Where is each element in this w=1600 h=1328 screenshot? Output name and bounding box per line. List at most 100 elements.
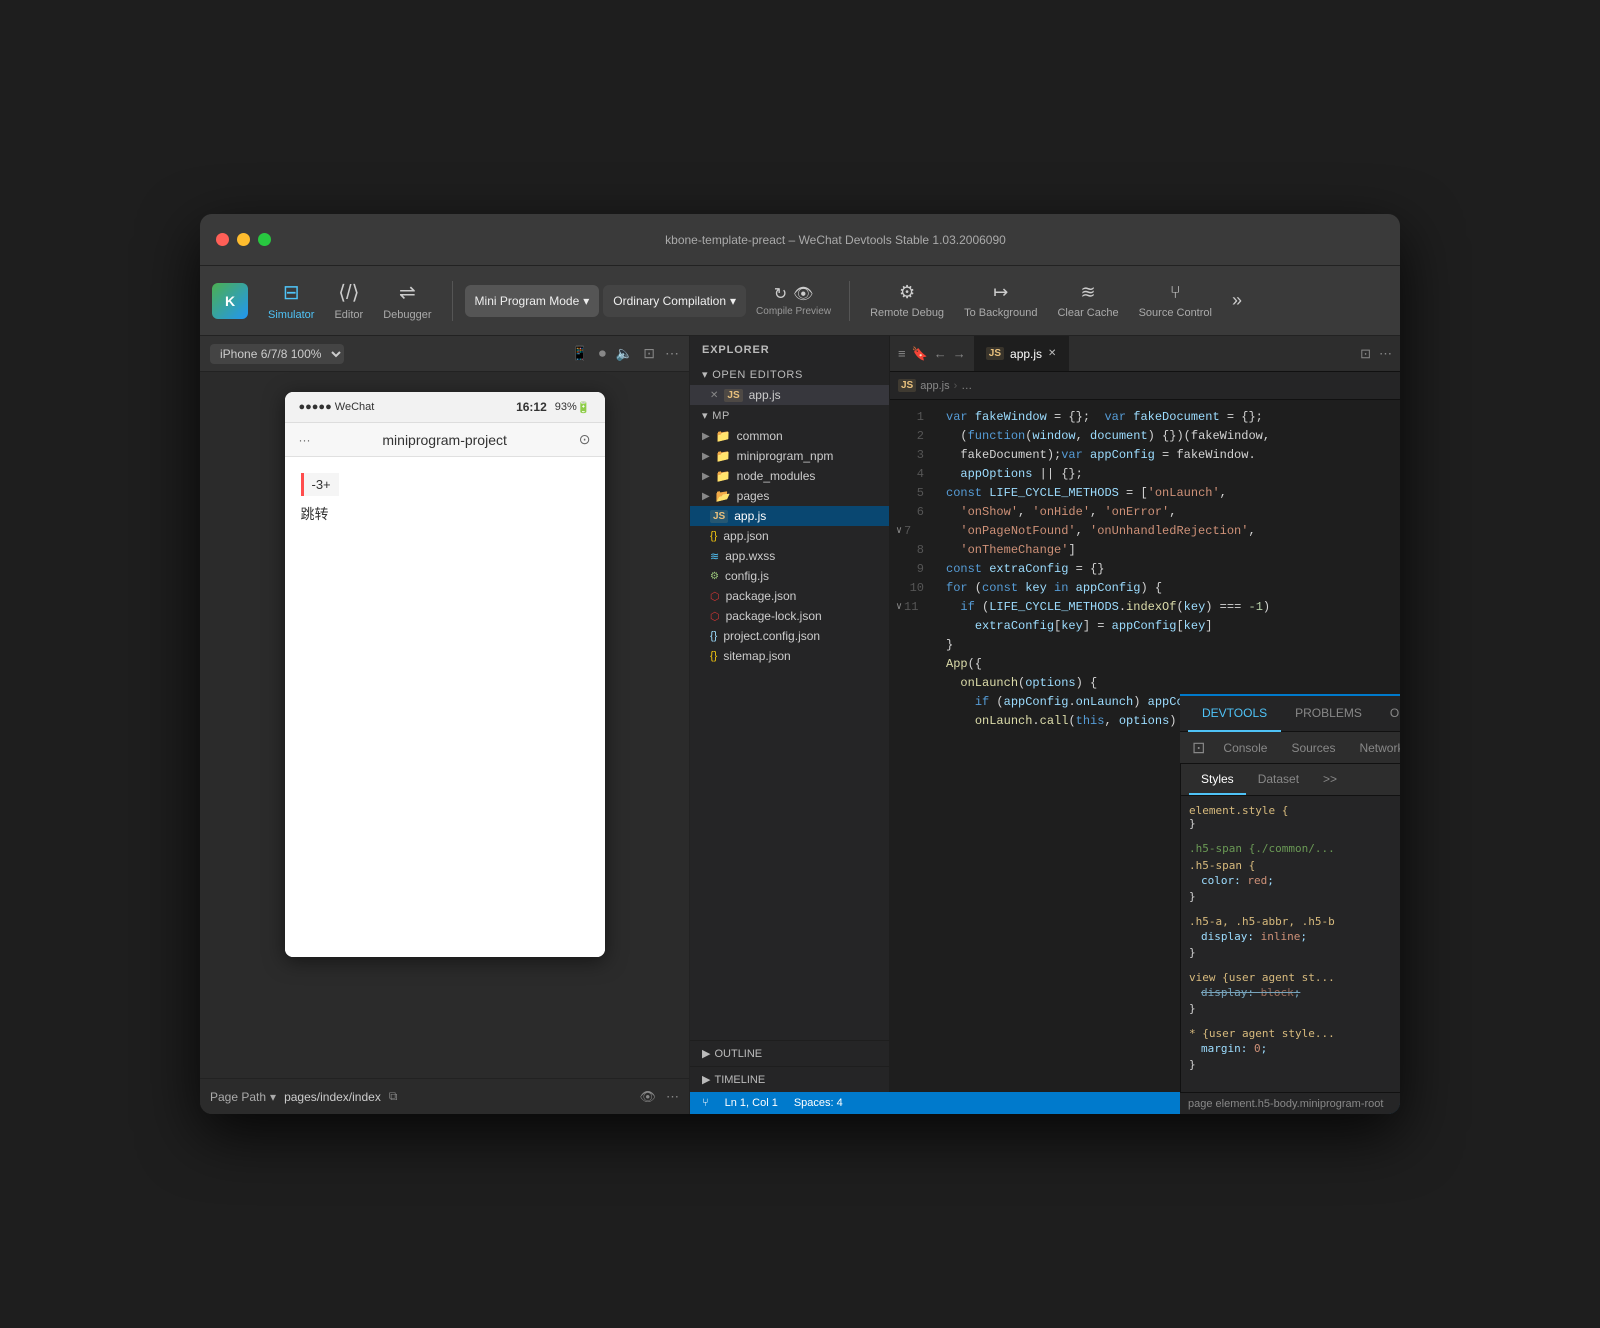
outline-label: OUTLINE bbox=[714, 1048, 762, 1060]
editor-tabs: ≡ 🔖 ← → JS app.js ✕ ⊡ ⋯ bbox=[890, 336, 1400, 372]
close-button[interactable] bbox=[216, 233, 229, 246]
style-close-brace: } bbox=[1189, 1002, 1400, 1015]
timeline-header[interactable]: ▶ TIMELINE bbox=[690, 1066, 889, 1092]
phone-nav: ··· miniprogram-project ⊙ bbox=[285, 423, 605, 457]
folder-common[interactable]: ▶ 📁 common bbox=[690, 426, 889, 446]
style-property[interactable]: color: red; bbox=[1189, 872, 1400, 890]
compilation-chevron-icon: ▾ bbox=[730, 294, 736, 308]
code-line: for (const key in appConfig) { bbox=[946, 579, 1384, 598]
phone-text: 跳转 bbox=[301, 504, 589, 524]
simulator-button[interactable]: ⊟ Simulator bbox=[260, 280, 322, 321]
more-editor-icon[interactable]: ⋯ bbox=[1379, 346, 1392, 362]
git-icon: ⑂ bbox=[702, 1097, 709, 1109]
editor-tab-app-js[interactable]: JS app.js ✕ bbox=[974, 336, 1070, 371]
open-editors-header[interactable]: ▾ OPEN EDITORS bbox=[690, 364, 889, 385]
file-name: package.json bbox=[726, 589, 797, 603]
avatar: K bbox=[212, 283, 248, 319]
home-icon[interactable]: ⊙ bbox=[579, 431, 591, 448]
editor-left-icons: ≡ 🔖 ← → bbox=[898, 346, 974, 362]
file-app-js[interactable]: JS app.js bbox=[690, 506, 889, 526]
tab-close-icon[interactable]: ✕ bbox=[1048, 348, 1056, 359]
phone-icon: 📱 bbox=[571, 345, 588, 362]
compilation-button[interactable]: Ordinary Compilation ▾ bbox=[603, 285, 746, 317]
file-app-json[interactable]: {} app.json bbox=[690, 526, 889, 546]
styles-tab-dataset[interactable]: Dataset bbox=[1246, 764, 1311, 795]
clear-cache-group[interactable]: ≋ Clear Cache bbox=[1049, 278, 1126, 323]
style-property[interactable]: margin: 0; bbox=[1189, 1040, 1400, 1058]
styles-content: element.style { } .h5-span {./common/...… bbox=[1181, 796, 1400, 1091]
editor-right-icons: ⊡ ⋯ bbox=[1360, 346, 1392, 362]
file-name: sitemap.json bbox=[723, 649, 790, 663]
minimize-button[interactable] bbox=[237, 233, 250, 246]
console-left-icon[interactable]: ⊡ bbox=[1188, 738, 1209, 758]
breadcrumb-sep: › bbox=[954, 380, 958, 392]
devtools-tab-devtools[interactable]: DEVTOOLS bbox=[1188, 697, 1281, 732]
devtools-tab-output[interactable]: OUTPUT bbox=[1376, 697, 1400, 732]
console-tab-console[interactable]: Console bbox=[1213, 732, 1277, 763]
code-line: App({ bbox=[946, 655, 1384, 674]
phone-content: -3+ 跳转 bbox=[285, 457, 605, 957]
compile-preview-group[interactable]: ↻ 👁 Compile Preview bbox=[750, 284, 837, 317]
device-selector[interactable]: iPhone 6/7/8 100% bbox=[210, 344, 344, 364]
debugger-button[interactable]: ⇌ Debugger bbox=[375, 280, 439, 321]
mp-header[interactable]: ▾ MP bbox=[690, 405, 889, 426]
phone-nav-title: miniprogram-project bbox=[311, 432, 579, 448]
outline-header[interactable]: ▶ OUTLINE bbox=[690, 1040, 889, 1066]
style-property[interactable]: display: block; bbox=[1189, 984, 1400, 1002]
folder-node-modules[interactable]: ▶ 📁 node_modules bbox=[690, 466, 889, 486]
phone-badge: -3+ bbox=[301, 473, 339, 496]
devtools-panel: DEVTOOLS PROBLEMS OUTPUT TERMINAL bbox=[1180, 694, 1400, 1092]
file-sitemap-json[interactable]: {} sitemap.json bbox=[690, 646, 889, 666]
file-package-json[interactable]: ⬡ package.json bbox=[690, 586, 889, 606]
folder-miniprogram-npm[interactable]: ▶ 📁 miniprogram_npm bbox=[690, 446, 889, 466]
nav-forward-icon[interactable]: → bbox=[953, 346, 966, 361]
maximize-button[interactable] bbox=[258, 233, 271, 246]
code-line: if (LIFE_CYCLE_METHODS.indexOf(key) === … bbox=[946, 598, 1384, 617]
compile-preview-label: Compile Preview bbox=[756, 306, 831, 317]
close-open-file-icon[interactable]: ✕ bbox=[710, 390, 718, 401]
split-editor-icon[interactable]: ⊡ bbox=[1360, 346, 1371, 362]
folder-name: common bbox=[737, 429, 783, 443]
style-property[interactable]: display: inline; bbox=[1189, 928, 1400, 946]
eye-icon: 👁 bbox=[793, 284, 813, 304]
mp-label: MP bbox=[712, 410, 730, 422]
style-selector: .h5-span { bbox=[1189, 859, 1400, 872]
open-file-app-js[interactable]: ✕ JS app.js bbox=[690, 385, 889, 405]
page-path-button[interactable]: Page Path ▾ bbox=[210, 1090, 276, 1104]
open-editors-label: OPEN EDITORS bbox=[712, 369, 803, 381]
file-config-js[interactable]: ⚙ config.js bbox=[690, 566, 889, 586]
back-icon[interactable]: ··· bbox=[299, 433, 311, 447]
timeline-label: TIMELINE bbox=[714, 1074, 765, 1086]
styles-tab-more[interactable]: >> bbox=[1311, 764, 1349, 795]
code-line: fakeDocument);var appConfig = fakeWindow… bbox=[946, 446, 1384, 465]
mode-selector[interactable]: Mini Program Mode ▾ bbox=[465, 285, 600, 317]
source-control-group[interactable]: ⑂ Source Control bbox=[1131, 278, 1220, 323]
folder-icon: 📁 bbox=[716, 469, 731, 483]
styles-tab-styles[interactable]: Styles bbox=[1189, 764, 1246, 795]
hamburger-icon: ≡ bbox=[898, 346, 906, 361]
console-tab-sources[interactable]: Sources bbox=[1281, 732, 1345, 763]
file-package-lock-json[interactable]: ⬡ package-lock.json bbox=[690, 606, 889, 626]
copy-icon[interactable]: ⧉ bbox=[389, 1089, 398, 1104]
code-line: const LIFE_CYCLE_METHODS = ['onLaunch', bbox=[946, 484, 1384, 503]
devtools-tab-problems[interactable]: PROBLEMS bbox=[1281, 697, 1376, 732]
remote-debug-group[interactable]: ⚙ Remote Debug bbox=[862, 278, 952, 323]
to-background-label: To Background bbox=[964, 307, 1037, 319]
npm-icon: ⬡ bbox=[710, 590, 720, 603]
open-editors-chevron-icon: ▾ bbox=[702, 368, 708, 381]
nav-back-icon[interactable]: ← bbox=[934, 346, 947, 361]
code-line: appOptions || {}; bbox=[946, 465, 1384, 484]
folder-pages[interactable]: ▶ 📂 pages bbox=[690, 486, 889, 506]
to-background-group[interactable]: ↦ To Background bbox=[956, 278, 1045, 323]
compilation-label: Ordinary Compilation bbox=[613, 294, 726, 308]
console-tab-network[interactable]: Network bbox=[1349, 732, 1400, 763]
style-rule-view: view {user agent st... display: block; } bbox=[1189, 971, 1400, 1015]
file-project-config-json[interactable]: {} project.config.json bbox=[690, 626, 889, 646]
console-subtabs: ⊡ Console Sources Network bbox=[1180, 732, 1400, 764]
file-app-wxss[interactable]: ≋ app.wxss bbox=[690, 546, 889, 566]
spaces-label: Spaces: 4 bbox=[794, 1097, 843, 1109]
simulator-label: Simulator bbox=[268, 309, 314, 321]
explorer-editor-row: EXPLORER ▾ OPEN EDITORS ✕ JS app.js ▾ MP bbox=[690, 336, 1400, 1092]
more-group[interactable]: » bbox=[1224, 286, 1250, 315]
editor-button[interactable]: ⟨/⟩ Editor bbox=[326, 280, 371, 321]
